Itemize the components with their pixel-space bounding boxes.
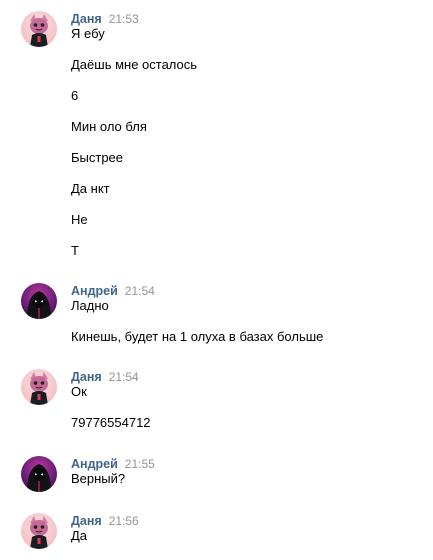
message-text: 6 bbox=[71, 88, 79, 103]
pink-cat-avatar-icon bbox=[21, 513, 57, 549]
message-text: Да нкт bbox=[71, 181, 110, 196]
message-header: Даня 21:54 bbox=[71, 369, 139, 384]
pink-cat-avatar-icon bbox=[21, 369, 57, 405]
message-text: 79776554712 bbox=[71, 415, 151, 430]
message-text: Не bbox=[71, 212, 88, 227]
hooded-figure-avatar-icon bbox=[21, 283, 57, 319]
message-text: Верный? bbox=[71, 471, 126, 486]
author-name[interactable]: Даня bbox=[71, 12, 102, 26]
message-text: Даёшь мне осталось bbox=[71, 57, 198, 72]
message-text: Мин оло бля bbox=[71, 119, 147, 134]
message-text: Ок bbox=[71, 384, 87, 399]
avatar[interactable] bbox=[21, 456, 57, 492]
message-header: Даня 21:53 bbox=[71, 11, 139, 26]
message-time[interactable]: 21:56 bbox=[109, 514, 139, 528]
author-name[interactable]: Андрей bbox=[71, 457, 118, 471]
avatar[interactable] bbox=[21, 513, 57, 549]
message-time[interactable]: 21:53 bbox=[109, 12, 139, 26]
message-text: Быстрее bbox=[71, 150, 124, 165]
message-time[interactable]: 21:55 bbox=[125, 457, 155, 471]
message-header: Андрей 21:55 bbox=[71, 456, 155, 471]
author-name[interactable]: Даня bbox=[71, 514, 102, 528]
author-name[interactable]: Даня bbox=[71, 370, 102, 384]
message-text: Т bbox=[71, 243, 79, 258]
message-time[interactable]: 21:54 bbox=[109, 370, 139, 384]
author-name[interactable]: Андрей bbox=[71, 284, 118, 298]
message-text: Да bbox=[71, 528, 88, 543]
message-text: Я ебу bbox=[71, 26, 105, 41]
message-text: Кинешь, будет на 1 олуха в базах больше bbox=[71, 329, 324, 344]
avatar[interactable] bbox=[21, 283, 57, 319]
hooded-figure-avatar-icon bbox=[21, 456, 57, 492]
avatar[interactable] bbox=[21, 11, 57, 47]
message-header: Даня 21:56 bbox=[71, 513, 139, 528]
message-header: Андрей 21:54 bbox=[71, 283, 155, 298]
avatar[interactable] bbox=[21, 369, 57, 405]
pink-cat-avatar-icon bbox=[21, 11, 57, 47]
message-time[interactable]: 21:54 bbox=[125, 284, 155, 298]
message-text: Ладно bbox=[71, 298, 109, 313]
